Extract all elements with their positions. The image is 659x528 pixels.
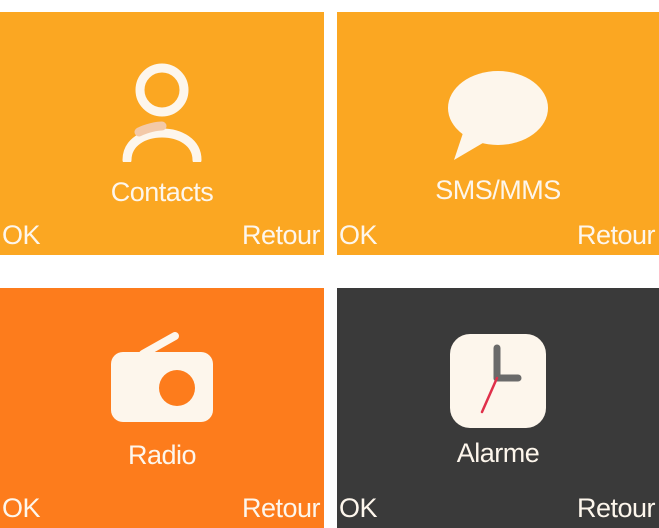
screen-title: SMS/MMS [435,175,561,205]
ok-softkey[interactable]: OK [2,493,41,524]
screen-title: Radio [127,440,197,470]
screen-title: Alarme [456,438,540,468]
back-softkey[interactable]: Retour [242,220,321,251]
back-softkey[interactable]: Retour [242,493,321,524]
alarm-screen[interactable]: Alarme OK Retour [337,288,659,528]
radio-icon [109,330,215,429]
ok-softkey[interactable]: OK [339,493,378,524]
radio-screen[interactable]: Radio OK Retour [0,288,324,528]
screen-title: Contacts [110,177,214,207]
clock-icon [448,332,548,435]
back-softkey[interactable]: Retour [577,493,656,524]
speech-bubble-icon [446,70,550,167]
sms-screen[interactable]: SMS/MMS OK Retour [337,12,659,255]
contacts-screen[interactable]: Contacts OK Retour [0,12,324,255]
back-softkey[interactable]: Retour [577,220,656,251]
person-icon [117,62,207,167]
ok-softkey[interactable]: OK [2,220,41,251]
phone-menu-grid: Contacts OK Retour SMS/MMS OK Retour Rad… [0,0,659,528]
ok-softkey[interactable]: OK [339,220,378,251]
